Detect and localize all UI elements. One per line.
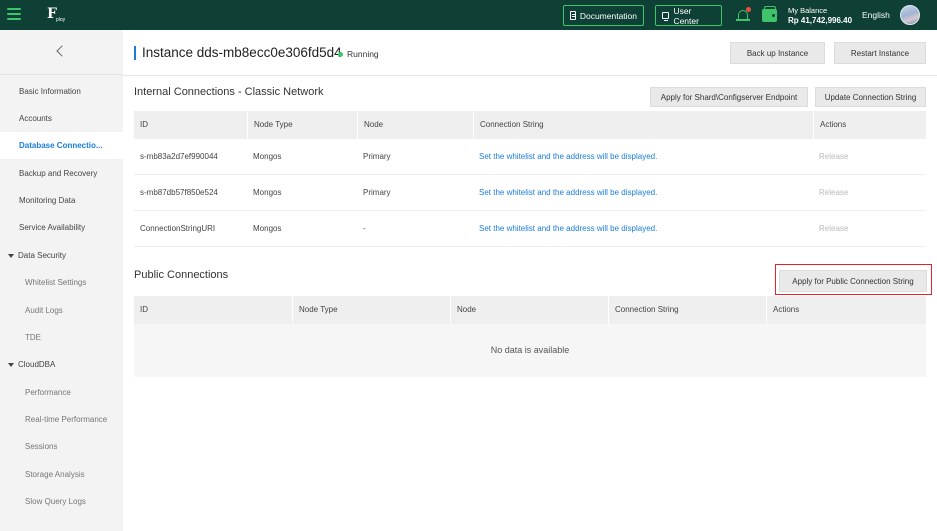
sidebar-group-label: Data Security — [18, 251, 67, 260]
user-center-button[interactable]: User Center — [655, 5, 722, 26]
release-action[interactable]: Release — [813, 211, 926, 247]
set-whitelist-link[interactable]: Set the whitelist and the address will b… — [473, 211, 813, 247]
public-connections-table: ID Node Type Node Connection String Acti… — [134, 296, 926, 377]
column-header-node-type: Node Type — [292, 296, 450, 324]
menu-icon[interactable] — [7, 8, 21, 20]
cell-node-type: Mongos — [253, 152, 282, 161]
column-header-connection-string: Connection String — [473, 111, 813, 139]
caret-down-icon — [8, 254, 14, 258]
sidebar-item-realtime-performance[interactable]: Real-time Performance — [0, 406, 123, 433]
wallet-icon[interactable] — [762, 6, 777, 22]
sidebar-item-sessions[interactable]: Sessions — [0, 433, 123, 460]
page-title: Instance dds-mb8ecc0e306fd5d4 — [142, 45, 342, 60]
table-row: s-mb83a2d7ef990044 Mongos Primary Set th… — [134, 139, 926, 175]
sidebar: Basic Information Accounts Database Conn… — [0, 30, 123, 531]
chevron-left-icon[interactable] — [0, 30, 123, 75]
cell-node: - — [363, 224, 366, 233]
highlight-box — [775, 264, 932, 295]
status-badge: Running — [338, 49, 379, 59]
cell-id: s-mb87db57f850e524 — [140, 188, 218, 197]
title-accent — [134, 46, 136, 60]
column-header-actions: Actions — [766, 296, 926, 324]
table-header: ID Node Type Node Connection String Acti… — [134, 111, 926, 139]
document-icon — [570, 11, 576, 20]
sidebar-item-accounts[interactable]: Accounts — [0, 105, 123, 132]
language-selector[interactable]: English — [862, 10, 890, 20]
monitor-icon — [662, 12, 670, 21]
user-center-label: User Center — [673, 5, 699, 26]
documentation-button[interactable]: Documentation — [563, 5, 644, 26]
sidebar-item-performance[interactable]: Performance — [0, 379, 123, 406]
sidebar-item-service-availability[interactable]: Service Availability — [0, 214, 123, 241]
caret-down-icon — [8, 363, 14, 367]
logo-subtext: ploy — [56, 17, 66, 23]
sidebar-item-slow-query-logs[interactable]: Slow Query Logs — [0, 488, 123, 515]
balance-display[interactable]: My Balance Rp 41,742,996.40 — [788, 6, 852, 26]
sidebar-group-label: CloudDBA — [18, 360, 56, 369]
sidebar-group-clouddba[interactable]: CloudDBA — [0, 351, 123, 378]
apply-shard-endpoint-button[interactable]: Apply for Shard\Configserver Endpoint — [650, 87, 808, 107]
table-header: ID Node Type Node Connection String Acti… — [134, 296, 926, 324]
cell-id: s-mb83a2d7ef990044 — [140, 152, 218, 161]
column-header-id: ID — [140, 120, 148, 129]
balance-amount: Rp 41,742,996.40 — [788, 16, 853, 25]
sidebar-group-data-security[interactable]: Data Security — [0, 242, 123, 269]
bell-icon[interactable] — [736, 7, 751, 23]
release-action[interactable]: Release — [813, 175, 926, 211]
status-dot — [338, 51, 343, 57]
sidebar-item-tde[interactable]: TDE — [0, 324, 123, 351]
sidebar-item-monitoring-data[interactable]: Monitoring Data — [0, 187, 123, 214]
table-row: ConnectionStringURI Mongos - Set the whi… — [134, 211, 926, 247]
table-row: s-mb87db57f850e524 Mongos Primary Set th… — [134, 175, 926, 211]
cell-node: Primary — [363, 152, 391, 161]
sidebar-item-audit-logs[interactable]: Audit Logs — [0, 297, 123, 324]
sidebar-item-storage-analysis[interactable]: Storage Analysis — [0, 461, 123, 488]
balance-label: My Balance — [788, 6, 828, 15]
restart-instance-button[interactable]: Restart Instance — [834, 42, 926, 64]
notification-dot — [746, 7, 751, 12]
internal-connections-title: Internal Connections - Classic Network — [134, 86, 324, 98]
column-header-id: ID — [140, 305, 148, 314]
avatar[interactable] — [900, 5, 920, 25]
status-text: Running — [347, 49, 379, 59]
column-header-node: Node — [357, 111, 473, 139]
public-connections-title: Public Connections — [134, 269, 229, 281]
release-action[interactable]: Release — [813, 139, 926, 175]
sidebar-item-whitelist-settings[interactable]: Whitelist Settings — [0, 269, 123, 296]
top-bar: F ploy Documentation User Center My Bala… — [0, 0, 937, 30]
documentation-label: Documentation — [579, 10, 637, 21]
cell-id: ConnectionStringURI — [140, 224, 216, 233]
logo[interactable]: F ploy — [47, 7, 69, 23]
set-whitelist-link[interactable]: Set the whitelist and the address will b… — [473, 139, 813, 175]
column-header-actions: Actions — [813, 111, 926, 139]
main-content: Instance dds-mb8ecc0e306fd5d4 Running Ba… — [123, 30, 937, 531]
backup-instance-button[interactable]: Back up Instance — [730, 42, 825, 64]
update-connection-string-button[interactable]: Update Connection String — [815, 87, 926, 107]
cell-node: Primary — [363, 188, 391, 197]
sidebar-item-database-connection[interactable]: Database Connectio... — [0, 132, 123, 159]
sidebar-item-basic-information[interactable]: Basic Information — [0, 78, 123, 105]
column-header-node-type: Node Type — [247, 111, 357, 139]
internal-connections-table: ID Node Type Node Connection String Acti… — [134, 111, 926, 248]
instance-header: Instance dds-mb8ecc0e306fd5d4 Running Ba… — [123, 30, 937, 76]
cell-node-type: Mongos — [253, 224, 282, 233]
set-whitelist-link[interactable]: Set the whitelist and the address will b… — [473, 175, 813, 211]
column-header-node: Node — [450, 296, 608, 324]
column-header-connection-string: Connection String — [608, 296, 766, 324]
sidebar-item-backup-recovery[interactable]: Backup and Recovery — [0, 160, 123, 187]
cell-node-type: Mongos — [253, 188, 282, 197]
empty-state-text: No data is available — [134, 324, 926, 377]
